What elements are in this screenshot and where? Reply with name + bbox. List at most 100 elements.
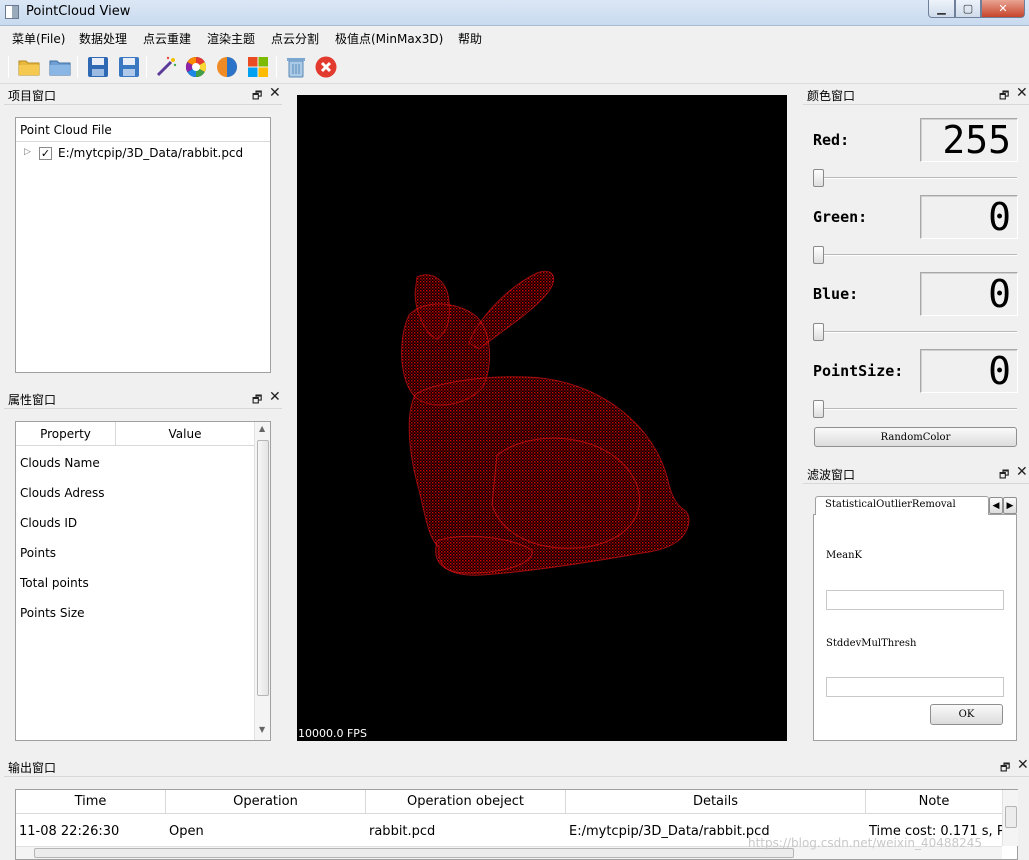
property-row: Clouds Adress	[20, 486, 105, 500]
property-table-header: Property Value	[16, 422, 254, 446]
close-icon[interactable]: ✕	[1016, 464, 1028, 480]
tree-header: Point Cloud File	[16, 118, 270, 142]
close-icon[interactable]: ✕	[269, 389, 281, 405]
delete-icon[interactable]	[284, 55, 308, 79]
color-panel-titlebar[interactable]: 颜色窗口 🗗 ✕	[803, 85, 1029, 105]
tab-scroll-left-icon[interactable]: ◀	[989, 497, 1003, 514]
blue-slider[interactable]	[814, 331, 1017, 333]
column-header[interactable]: Operation	[166, 790, 366, 813]
float-icon[interactable]: 🗗	[252, 87, 262, 106]
scroll-down-icon[interactable]: ▼	[259, 725, 265, 734]
exit-icon[interactable]	[314, 55, 338, 79]
stddev-input[interactable]	[826, 677, 1004, 697]
property-row: Points Size	[20, 606, 85, 620]
pointsize-slider[interactable]	[814, 408, 1017, 410]
expand-arrow-icon[interactable]: ▷	[24, 147, 31, 157]
magic-wand-icon[interactable]	[154, 55, 178, 79]
green-slider-handle[interactable]	[813, 246, 824, 264]
scroll-up-icon[interactable]: ▲	[259, 424, 265, 433]
meank-input[interactable]	[826, 590, 1004, 610]
red-slider[interactable]	[814, 177, 1017, 179]
menu-file[interactable]: 菜单(File)	[12, 30, 65, 47]
property-table: Property Value Clouds Name Clouds Adress…	[15, 421, 271, 741]
theme-icon[interactable]	[246, 55, 270, 79]
open-folder-icon[interactable]	[17, 55, 41, 79]
filter-panel-titlebar[interactable]: 滤波窗口 🗗 ✕	[803, 464, 1029, 484]
menu-render-theme[interactable]: 渲染主题	[207, 30, 255, 47]
scroll-thumb[interactable]	[34, 848, 794, 858]
blue-slider-handle[interactable]	[813, 323, 824, 341]
green-lcd: 0	[920, 195, 1018, 239]
fps-counter: 10000.0 FPS	[298, 727, 367, 740]
blue-lcd: 0	[920, 272, 1018, 316]
color-panel-title: 颜色窗口	[807, 89, 856, 103]
green-label: Green:	[813, 208, 868, 226]
folder-icon[interactable]	[48, 55, 72, 79]
blue-label: Blue:	[813, 285, 859, 303]
property-row: Points	[20, 546, 57, 560]
menu-segmentation[interactable]: 点云分割	[271, 30, 319, 47]
save-as-icon[interactable]	[117, 55, 141, 79]
meank-label: MeanK	[826, 550, 863, 561]
float-icon[interactable]: 🗗	[1000, 759, 1010, 778]
scroll-thumb[interactable]	[1005, 806, 1017, 828]
column-header[interactable]: Property	[16, 422, 116, 445]
menu-data-processing[interactable]: 数据处理	[79, 30, 127, 47]
point-cloud-viewer[interactable]: 10000.0 FPS	[297, 95, 787, 741]
window-title: PointCloud View	[26, 4, 131, 19]
toolbar-separator	[276, 56, 277, 78]
menu-help[interactable]: 帮助	[458, 30, 482, 47]
menu-reconstruction[interactable]: 点云重建	[143, 30, 191, 47]
tab-statistical-outlier-removal[interactable]: StatisticalOutlierRemoval	[815, 496, 989, 515]
column-header[interactable]: Details	[566, 790, 866, 813]
project-panel-title: 项目窗口	[8, 89, 57, 103]
file-checkbox[interactable]: ✓	[39, 147, 52, 160]
close-icon[interactable]: ✕	[1016, 85, 1028, 101]
tab-scroll-right-icon[interactable]: ▶	[1003, 497, 1017, 514]
output-panel-titlebar[interactable]: 输出窗口 🗗 ✕	[4, 757, 1029, 777]
green-slider[interactable]	[814, 254, 1017, 256]
ok-button[interactable]: OK	[930, 704, 1003, 725]
red-label: Red:	[813, 131, 850, 149]
column-header[interactable]: Operation obeject	[366, 790, 566, 813]
menu-minmax3d[interactable]: 极值点(MinMax3D)	[335, 30, 443, 47]
property-panel-title: 属性窗口	[8, 393, 57, 407]
close-icon[interactable]: ✕	[1017, 757, 1029, 773]
float-icon[interactable]: 🗗	[252, 391, 262, 410]
filter-panel-title: 滤波窗口	[807, 468, 856, 482]
save-icon[interactable]	[86, 55, 110, 79]
close-icon[interactable]: ✕	[269, 85, 281, 101]
float-icon[interactable]: 🗗	[999, 466, 1009, 485]
watermark: https://blog.csdn.net/weixin_40488245	[748, 836, 983, 850]
pointsize-slider-handle[interactable]	[813, 400, 824, 418]
color-wheel-icon[interactable]	[184, 55, 208, 79]
pointcloud-view-window: PointCloud View ▁ ▢ ✕ 菜单(File) 数据处理 点云重建…	[0, 0, 1029, 860]
column-header[interactable]: Time	[16, 790, 166, 813]
title-bar: PointCloud View ▁ ▢ ✕	[0, 0, 1029, 26]
property-row: Clouds Name	[20, 456, 100, 470]
app-icon	[5, 5, 19, 19]
close-window-button[interactable]: ✕	[981, 0, 1025, 18]
cell-object: rabbit.pcd	[369, 824, 436, 839]
float-icon[interactable]: 🗗	[999, 87, 1009, 106]
random-color-button[interactable]: RandomColor	[814, 427, 1017, 447]
property-panel-titlebar[interactable]: 属性窗口 🗗 ✕	[4, 389, 282, 409]
scroll-thumb[interactable]	[257, 440, 269, 696]
tree-item-file[interactable]: E:/mytcpip/3D_Data/rabbit.pcd	[58, 146, 243, 160]
red-slider-handle[interactable]	[813, 169, 824, 187]
vertical-scrollbar[interactable]: ▲ ▼	[254, 422, 270, 740]
vertical-scrollbar[interactable]	[1002, 790, 1018, 846]
maximize-button[interactable]: ▢	[955, 0, 981, 18]
pointsize-label: PointSize:	[813, 362, 904, 380]
toolbar-separator	[77, 56, 78, 78]
column-header[interactable]: Value	[116, 422, 254, 445]
minimize-button[interactable]: ▁	[928, 0, 955, 18]
menu-bar: 菜单(File) 数据处理 点云重建 渲染主题 点云分割 极值点(MinMax3…	[0, 27, 1029, 49]
red-lcd: 255	[920, 118, 1018, 162]
property-row: Clouds ID	[20, 516, 78, 530]
pointsize-lcd: 0	[920, 349, 1018, 393]
background-color-icon[interactable]	[215, 55, 239, 79]
column-header[interactable]: Note	[866, 790, 1002, 813]
project-panel-titlebar[interactable]: 项目窗口 🗗 ✕	[4, 85, 282, 105]
project-tree[interactable]: Point Cloud File ▷ ✓ E:/mytcpip/3D_Data/…	[15, 117, 271, 373]
